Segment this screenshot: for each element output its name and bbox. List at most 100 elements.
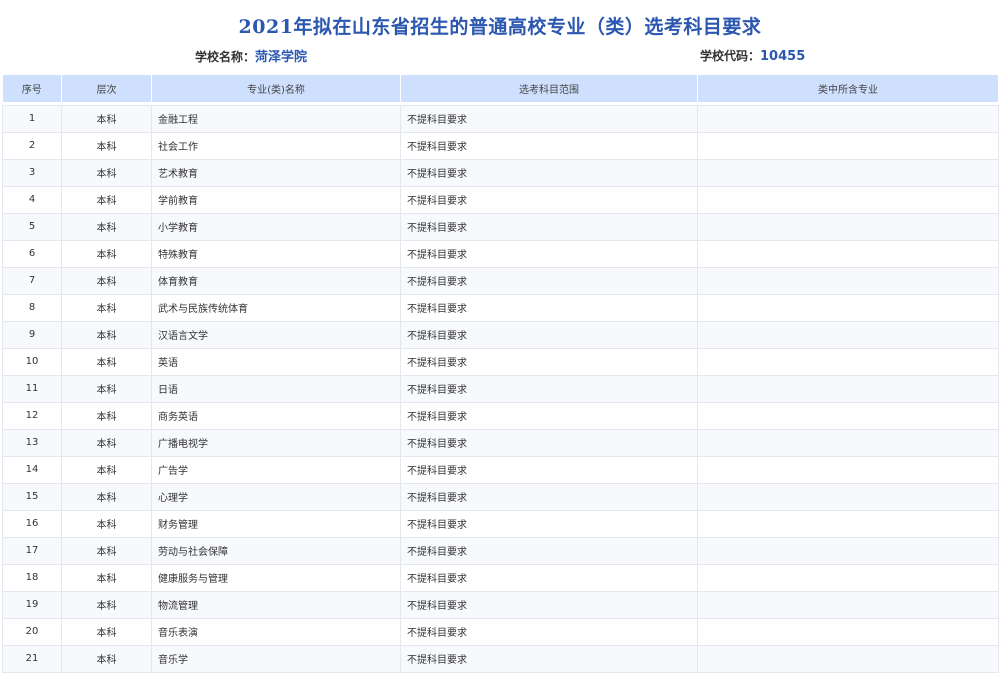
row-subject-range: 不提科目要求 [400, 158, 698, 187]
row-level: 本科 [61, 347, 152, 376]
row-index: 11 [2, 374, 62, 403]
table-row: 20 本科 音乐表演 不提科目要求 [2, 617, 999, 646]
row-level: 本科 [61, 266, 152, 295]
table-row: 17 本科 劳动与社会保障 不提科目要求 [2, 536, 999, 565]
row-index: 8 [2, 293, 62, 322]
row-major-name: 特殊教育 [151, 239, 401, 268]
row-subject-range: 不提科目要求 [400, 482, 698, 511]
row-included-majors [697, 401, 999, 430]
table-row: 18 本科 健康服务与管理 不提科目要求 [2, 563, 999, 592]
table-row: 9 本科 汉语言文学 不提科目要求 [2, 320, 999, 349]
row-index: 18 [2, 563, 62, 592]
row-major-name: 劳动与社会保障 [151, 536, 401, 565]
subject-requirements-table: 序号 层次 专业(类)名称 选考科目范围 类中所含专业 1 本科 金融工程 不提科目要… [2, 75, 999, 673]
row-index: 19 [2, 590, 62, 619]
row-index: 1 [2, 104, 62, 133]
table-row: 19 本科 物流管理 不提科目要求 [2, 590, 999, 619]
school-name-label: 学校名称： [195, 50, 256, 64]
header-level: 层次 [61, 75, 152, 102]
row-index: 21 [2, 644, 62, 673]
row-major-name: 社会工作 [151, 131, 401, 160]
table-row: 5 本科 小学教育 不提科目要求 [2, 212, 999, 241]
row-subject-range: 不提科目要求 [400, 212, 698, 241]
row-subject-range: 不提科目要求 [400, 536, 698, 565]
row-index: 13 [2, 428, 62, 457]
row-level: 本科 [61, 617, 152, 646]
row-level: 本科 [61, 185, 152, 214]
row-included-majors [697, 320, 999, 349]
row-index: 7 [2, 266, 62, 295]
row-included-majors [697, 590, 999, 619]
row-major-name: 英语 [151, 347, 401, 376]
row-major-name: 学前教育 [151, 185, 401, 214]
row-major-name: 健康服务与管理 [151, 563, 401, 592]
row-index: 4 [2, 185, 62, 214]
header-subject-range: 选考科目范围 [400, 75, 698, 102]
row-included-majors [697, 347, 999, 376]
header-major-name: 专业(类)名称 [151, 75, 401, 102]
row-major-name: 广告学 [151, 455, 401, 484]
row-major-name: 物流管理 [151, 590, 401, 619]
row-level: 本科 [61, 239, 152, 268]
row-subject-range: 不提科目要求 [400, 131, 698, 160]
row-major-name: 小学教育 [151, 212, 401, 241]
school-name-field: 学校名称：菏泽学院 [195, 46, 307, 65]
row-included-majors [697, 536, 999, 565]
row-subject-range: 不提科目要求 [400, 104, 698, 133]
row-level: 本科 [61, 644, 152, 673]
row-subject-range: 不提科目要求 [400, 428, 698, 457]
row-subject-range: 不提科目要求 [400, 374, 698, 403]
school-meta: 学校名称：菏泽学院 学校代码：10455 [0, 46, 1000, 73]
row-included-majors [697, 293, 999, 322]
row-subject-range: 不提科目要求 [400, 293, 698, 322]
row-level: 本科 [61, 563, 152, 592]
row-level: 本科 [61, 428, 152, 457]
school-code-field: 学校代码：10455 [700, 47, 805, 64]
table-row: 14 本科 广告学 不提科目要求 [2, 455, 999, 484]
row-subject-range: 不提科目要求 [400, 509, 698, 538]
row-level: 本科 [61, 131, 152, 160]
page: 2021年拟在山东省招生的普通高校专业（类）选考科目要求 学校名称：菏泽学院 学… [0, 0, 1000, 673]
row-level: 本科 [61, 212, 152, 241]
row-included-majors [697, 455, 999, 484]
row-included-majors [697, 644, 999, 673]
table-row: 15 本科 心理学 不提科目要求 [2, 482, 999, 511]
header-index: 序号 [2, 75, 62, 102]
row-index: 6 [2, 239, 62, 268]
row-level: 本科 [61, 455, 152, 484]
row-level: 本科 [61, 320, 152, 349]
row-subject-range: 不提科目要求 [400, 347, 698, 376]
table-row: 10 本科 英语 不提科目要求 [2, 347, 999, 376]
row-index: 16 [2, 509, 62, 538]
table-row: 1 本科 金融工程 不提科目要求 [2, 104, 999, 133]
row-included-majors [697, 428, 999, 457]
page-title: 2021年拟在山东省招生的普通高校专业（类）选考科目要求 [238, 16, 762, 38]
table-row: 12 本科 商务英语 不提科目要求 [2, 401, 999, 430]
row-index: 17 [2, 536, 62, 565]
row-index: 10 [2, 347, 62, 376]
row-index: 2 [2, 131, 62, 160]
school-code-label: 学校代码： [700, 49, 761, 63]
row-major-name: 财务管理 [151, 509, 401, 538]
table-row: 11 本科 日语 不提科目要求 [2, 374, 999, 403]
row-included-majors [697, 212, 999, 241]
row-subject-range: 不提科目要求 [400, 644, 698, 673]
row-subject-range: 不提科目要求 [400, 590, 698, 619]
row-included-majors [697, 104, 999, 133]
row-major-name: 体育教育 [151, 266, 401, 295]
table-row: 2 本科 社会工作 不提科目要求 [2, 131, 999, 160]
row-included-majors [697, 185, 999, 214]
row-subject-range: 不提科目要求 [400, 455, 698, 484]
row-level: 本科 [61, 536, 152, 565]
row-level: 本科 [61, 293, 152, 322]
row-level: 本科 [61, 374, 152, 403]
row-included-majors [697, 482, 999, 511]
row-included-majors [697, 617, 999, 646]
row-level: 本科 [61, 401, 152, 430]
row-included-majors [697, 158, 999, 187]
row-index: 14 [2, 455, 62, 484]
header-included-majors: 类中所含专业 [697, 75, 999, 102]
row-index: 5 [2, 212, 62, 241]
row-level: 本科 [61, 104, 152, 133]
row-index: 12 [2, 401, 62, 430]
